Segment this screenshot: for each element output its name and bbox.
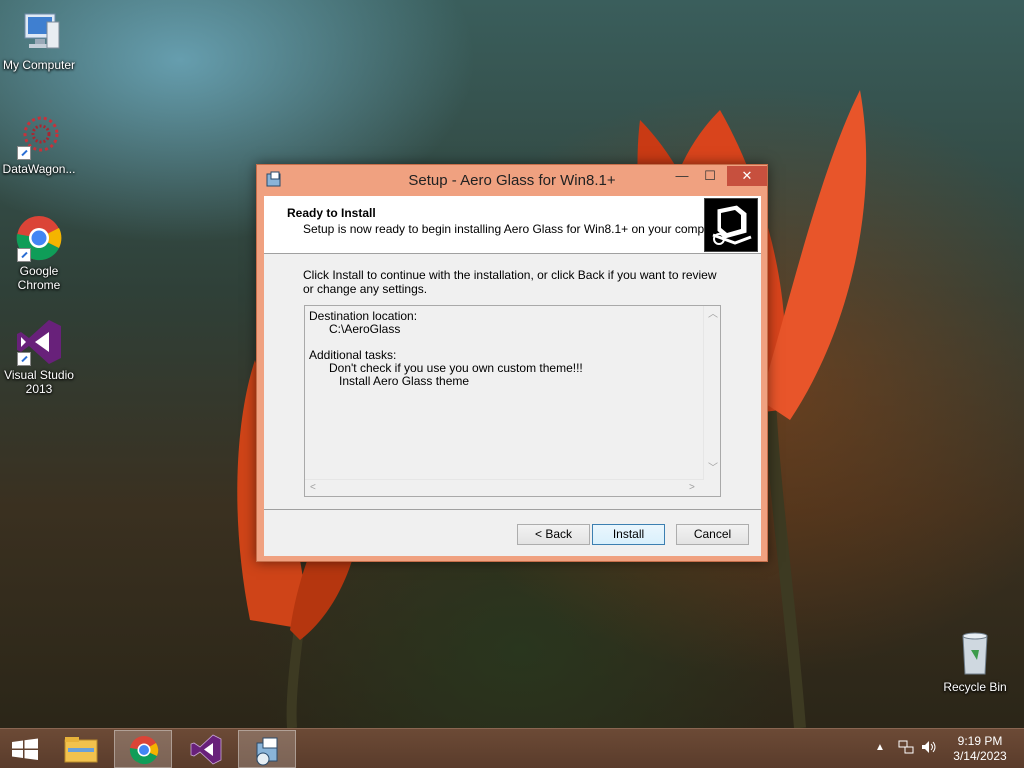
start-icon (12, 738, 38, 760)
dialog-client-area: Ready to Install Setup is now ready to b… (264, 196, 761, 556)
visual-studio-icon (190, 734, 222, 765)
recycle-bin-icon (951, 630, 999, 678)
installer-computer-icon (704, 198, 758, 252)
network-icon[interactable] (898, 739, 914, 755)
desktop-icon-recycle-bin[interactable]: Recycle Bin (936, 630, 1014, 694)
datawagon-icon (15, 112, 63, 160)
taskbar-chrome[interactable] (114, 730, 172, 768)
scroll-right-arrow-icon[interactable]: > (689, 483, 695, 493)
desktop-icon-google-chrome[interactable]: Google Chrome (0, 214, 78, 292)
back-button[interactable]: < Back (517, 524, 590, 545)
desktop-icon-my-computer[interactable]: My Computer (0, 8, 78, 72)
shortcut-arrow-icon (17, 248, 31, 262)
desktop: My Computer DataWagon... Google Chrome V… (0, 0, 1024, 728)
ready-memo-box[interactable]: Destination location: C:\AeroGlass Addit… (304, 305, 721, 497)
scroll-down-arrow-icon[interactable]: ﹀ (708, 464, 718, 474)
system-clock[interactable]: 9:19 PM 3/14/2023 (944, 734, 1016, 764)
wizard-header: Ready to Install Setup is now ready to b… (264, 196, 761, 254)
ready-memo-text: Destination location: C:\AeroGlass Addit… (309, 309, 583, 388)
show-hidden-icons-arrow[interactable]: ▲ (875, 742, 885, 753)
taskbar: ▲ 9:19 PM 3/14/2023 (0, 728, 1024, 768)
start-button[interactable] (0, 730, 50, 768)
dialog-titlebar[interactable]: Setup - Aero Glass for Win8.1+ — ☐ ✕ (257, 165, 767, 196)
memo-vertical-scrollbar[interactable]: ︿ ﹀ (703, 306, 720, 480)
clock-date: 3/14/2023 (953, 749, 1007, 763)
instructions-text: Click Install to continue with the insta… (303, 268, 717, 296)
desktop-icon-visual-studio[interactable]: Visual Studio 2013 (0, 318, 78, 396)
chrome-icon (15, 214, 63, 262)
file-explorer-icon (64, 737, 98, 763)
cancel-button[interactable]: Cancel (676, 524, 749, 545)
taskbar-setup[interactable] (238, 730, 296, 768)
taskbar-file-explorer[interactable] (52, 730, 110, 768)
taskbar-visual-studio[interactable] (176, 730, 234, 768)
scroll-up-arrow-icon[interactable]: ︿ (708, 310, 718, 320)
setup-dialog: Setup - Aero Glass for Win8.1+ — ☐ ✕ Rea… (256, 164, 768, 562)
visual-studio-icon (15, 318, 63, 366)
computer-icon (15, 8, 63, 56)
wizard-page-title: Ready to Install (287, 206, 376, 220)
desktop-icon-label: Recycle Bin (943, 680, 1007, 694)
maximize-button[interactable]: ☐ (697, 166, 723, 186)
memo-horizontal-scrollbar[interactable]: < > (305, 479, 703, 496)
chrome-icon (129, 736, 159, 765)
clock-time: 9:19 PM (957, 734, 1003, 748)
install-button[interactable]: Install (592, 524, 665, 545)
desktop-icon-label: Visual Studio 2013 (4, 368, 74, 396)
footer-divider (264, 509, 761, 510)
desktop-icon-label: Google Chrome (17, 264, 61, 292)
desktop-icon-label: My Computer (2, 58, 76, 72)
setup-icon (256, 737, 278, 766)
close-button[interactable]: ✕ (727, 166, 767, 186)
minimize-button[interactable]: — (669, 166, 695, 186)
wizard-page-subtitle: Setup is now ready to begin installing A… (303, 222, 728, 236)
shortcut-arrow-icon (17, 146, 31, 160)
desktop-icon-datawagon[interactable]: DataWagon... (0, 112, 78, 176)
desktop-icon-label: DataWagon... (2, 162, 76, 176)
scroll-left-arrow-icon[interactable]: < (310, 483, 316, 493)
volume-icon[interactable] (920, 739, 938, 755)
shortcut-arrow-icon (17, 352, 31, 366)
